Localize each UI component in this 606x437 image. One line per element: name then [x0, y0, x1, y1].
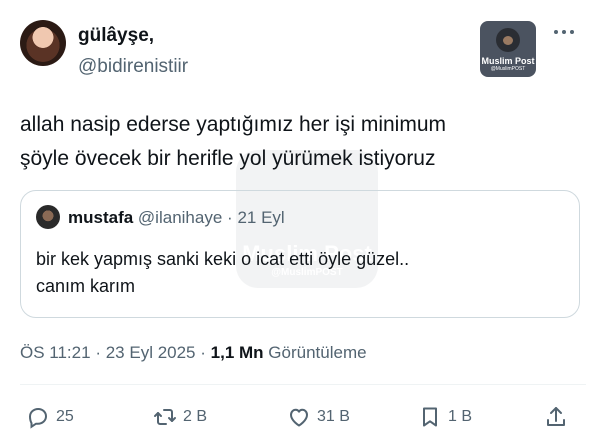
reply-icon [28, 407, 48, 429]
tweet-detail: gülâyşe, @bidirenistiir Muslim Post @Mus… [0, 0, 606, 437]
share-button[interactable] [544, 400, 568, 434]
repost-icon [154, 409, 176, 425]
like-count: 31 B [317, 408, 350, 425]
display-name[interactable]: gülâyşe, [78, 25, 154, 47]
muslim-post-logo: Muslim Post @MuslimPOST [480, 21, 536, 77]
divider [20, 384, 586, 385]
logo-title: Muslim Post [481, 56, 535, 66]
user-handle[interactable]: @bidirenistiir [78, 56, 188, 78]
repost-button[interactable]: 2 B [153, 400, 207, 434]
tweet-text-line: şöyle övecek bir herifle yol yürümek ist… [20, 147, 436, 170]
post-time[interactable]: ÖS 11:21 [20, 343, 91, 362]
quoted-header: mustafa @ilanihaye · 21 Eyl [68, 208, 285, 228]
reply-button[interactable]: 25 [26, 400, 74, 434]
action-bar: 25 2 B 31 B 1 B [0, 400, 606, 434]
bookmark-icon [423, 407, 437, 427]
quoted-handle[interactable]: @ilanihaye [138, 208, 222, 227]
separator: · [95, 343, 101, 362]
tweet-text: allah nasip ederse yaptığımız her işi mi… [20, 108, 580, 176]
quoted-name[interactable]: mustafa [68, 208, 133, 227]
avatar[interactable] [20, 20, 66, 66]
post-date[interactable]: 23 Eyl 2025 [106, 343, 196, 362]
quoted-avatar[interactable] [36, 205, 60, 229]
quoted-text: bir kek yapmış sanki keki o icat etti öy… [36, 246, 556, 300]
more-icon[interactable] [552, 24, 576, 40]
quoted-text-line: canım karım [36, 276, 136, 296]
reply-count: 25 [56, 408, 74, 425]
timestamp-row: ÖS 11:21 · 23 Eyl 2025 · 1,1 Mn Görüntül… [20, 343, 367, 363]
logo-subtitle: @MuslimPOST [490, 66, 526, 72]
quoted-date[interactable]: 21 Eyl [237, 208, 284, 227]
bookmark-count: 1 B [448, 408, 473, 425]
quoted-text-line: bir kek yapmış sanki keki o icat etti öy… [36, 249, 410, 269]
quoted-separator: · [227, 208, 233, 227]
logo-face-icon [496, 28, 520, 52]
quoted-tweet[interactable]: mustafa @ilanihaye · 21 Eyl bir kek yapm… [20, 190, 580, 318]
share-icon [547, 407, 565, 426]
like-icon [290, 408, 308, 427]
separator: · [200, 343, 206, 362]
views-label: Görüntüleme [268, 343, 367, 362]
tweet-text-line: allah nasip ederse yaptığımız her işi mi… [20, 113, 447, 136]
like-button[interactable]: 31 B [287, 400, 350, 434]
views-count: 1,1 Mn [210, 343, 264, 362]
bookmark-button[interactable]: 1 B [418, 400, 472, 434]
repost-count: 2 B [183, 408, 208, 425]
